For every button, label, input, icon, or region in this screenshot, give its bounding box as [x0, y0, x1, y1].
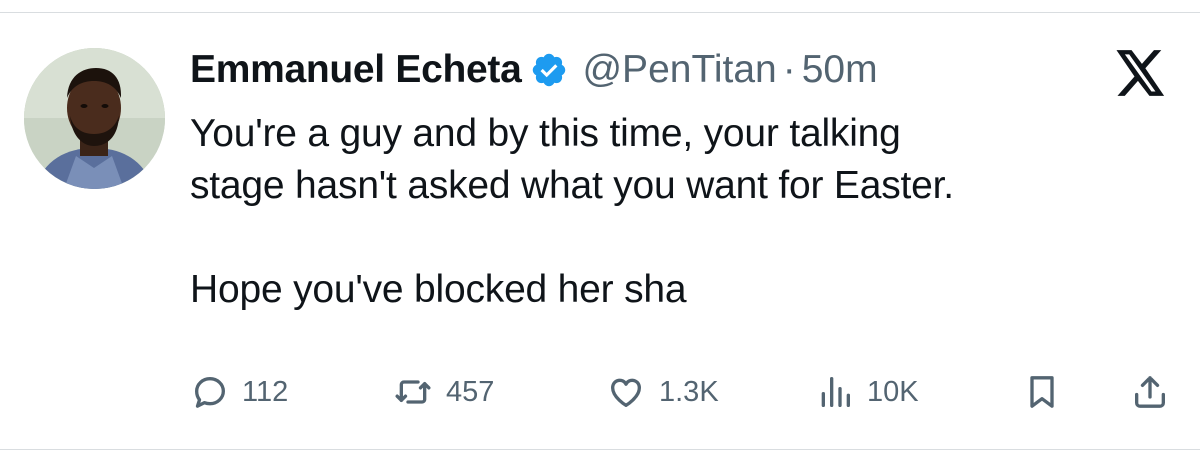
views-count: 10K	[867, 375, 919, 408]
tweet-text: You're a guy and by this time, your talk…	[190, 108, 1170, 316]
verified-badge-icon	[530, 51, 568, 89]
tweet-line: You're a guy and by this time, your talk…	[190, 112, 901, 155]
views-icon	[815, 372, 855, 412]
action-bar: 112 457 1.3K 10K	[0, 364, 1200, 420]
reply-icon	[190, 372, 230, 412]
top-divider	[0, 12, 1200, 13]
avatar[interactable]	[24, 48, 165, 189]
display-name[interactable]: Emmanuel Echeta	[190, 48, 522, 92]
heart-icon	[605, 372, 647, 412]
retweet-button[interactable]: 457	[392, 364, 494, 420]
tweet-line: Hope you've blocked her sha	[190, 268, 687, 311]
separator-dot: ·	[782, 48, 796, 91]
share-button[interactable]	[1130, 364, 1170, 420]
tweet-header: Emmanuel Echeta @PenTitan · 50m	[190, 44, 878, 96]
tweet-line: stage hasn't asked what you want for Eas…	[190, 164, 954, 207]
tweet-card: Emmanuel Echeta @PenTitan · 50m You're a…	[0, 0, 1200, 460]
timestamp[interactable]: 50m	[802, 48, 878, 92]
retweet-count: 457	[446, 375, 495, 408]
retweet-icon	[392, 372, 434, 412]
bottom-divider	[0, 449, 1200, 450]
reply-button[interactable]: 112	[190, 364, 288, 420]
user-handle[interactable]: @PenTitan	[582, 48, 776, 92]
reply-count: 112	[242, 375, 289, 408]
x-logo-icon[interactable]	[1116, 50, 1166, 96]
like-button[interactable]: 1.3K	[605, 364, 719, 420]
bookmark-button[interactable]	[1022, 364, 1062, 420]
bookmark-icon	[1022, 372, 1062, 412]
share-icon	[1130, 372, 1170, 412]
views-button[interactable]: 10K	[815, 364, 919, 420]
like-count: 1.3K	[659, 375, 719, 408]
